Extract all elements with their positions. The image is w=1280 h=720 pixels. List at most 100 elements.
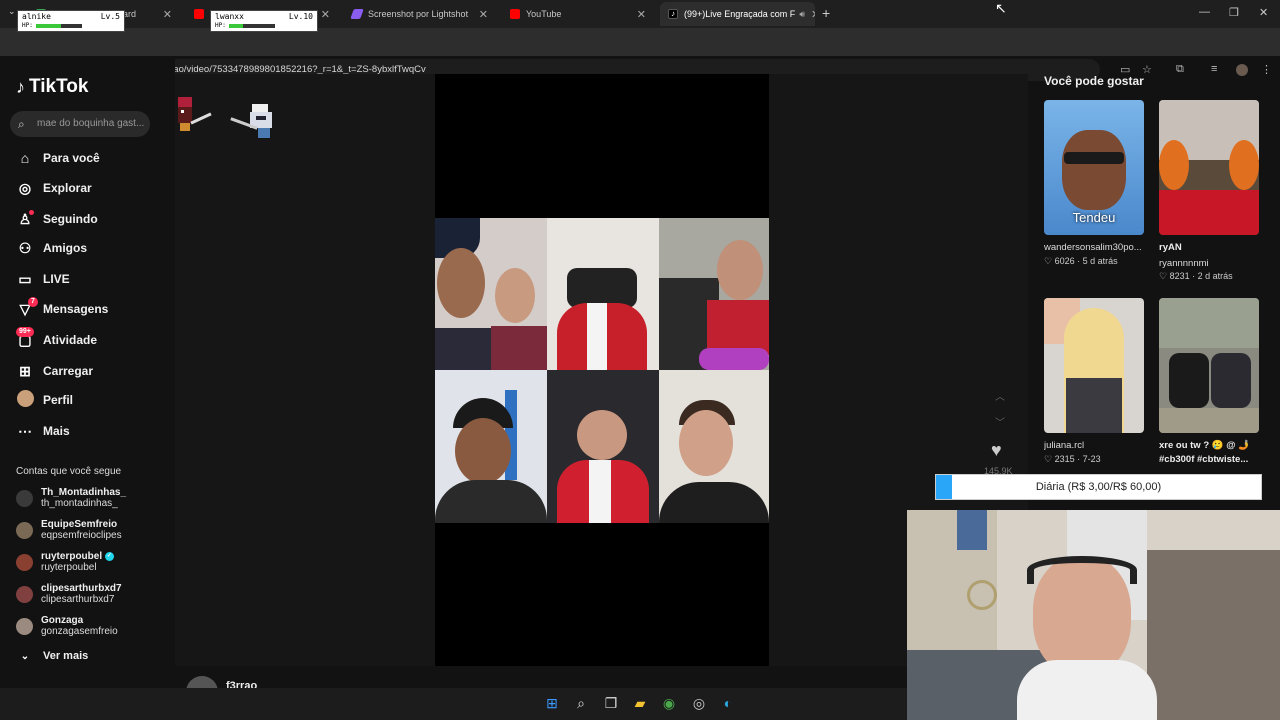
following-header: Contas que você segue xyxy=(16,466,122,477)
suggestion-thumbnail[interactable]: Tendeu xyxy=(1044,100,1144,235)
tiktok-logo[interactable]: ♪ TikTok xyxy=(16,76,88,98)
youtube-favicon-icon xyxy=(510,9,520,19)
nav-item-atividade[interactable]: ▢ Atividade 99+ xyxy=(16,327,97,351)
tab-search-chevron-icon[interactable]: ⌄ xyxy=(8,6,16,17)
avatar xyxy=(16,489,33,507)
windows-start-icon[interactable]: ⊞ xyxy=(543,694,561,712)
hp-bar-fill xyxy=(229,24,243,28)
followed-account[interactable]: ruyterpoubel ✓ ruyterpoubel xyxy=(16,551,114,573)
extensions-icon[interactable]: ⧉ xyxy=(1176,63,1184,76)
guest-cell xyxy=(435,218,547,370)
suggestion-stats: ♡ 6026 · 5 d atrás xyxy=(1044,256,1118,266)
followed-account[interactable]: clipesarthurbxd7 clipesarthurbxd7 xyxy=(16,583,122,605)
tab-close-icon[interactable]: ✕ xyxy=(631,8,646,21)
followed-account[interactable]: Th_Montadinhas_ th_montadinhas_ xyxy=(16,487,126,509)
profile-avatar-icon[interactable] xyxy=(1236,64,1248,76)
previous-video-button[interactable]: ︿ xyxy=(995,388,1005,403)
close-window-button[interactable]: ✕ xyxy=(1259,6,1268,19)
player-hud: alnike Lv.5 HP: xyxy=(17,10,125,32)
obs-icon[interactable]: ◎ xyxy=(690,694,708,712)
nav-item-para-voce[interactable]: ⌂ Para você xyxy=(16,147,100,169)
video-info-bar xyxy=(175,666,1028,688)
browser-tab[interactable]: YouTube ✕ xyxy=(502,2,654,26)
file-explorer-icon[interactable]: ▰ xyxy=(631,694,649,712)
suggestions-title: Você pode gostar xyxy=(1044,74,1144,88)
nav-item-perfil[interactable]: Perfil xyxy=(16,389,73,411)
suggestion-stats: ♡ 2315 · 7-23 xyxy=(1044,454,1101,464)
nav-item-live[interactable]: ▭ LIVE xyxy=(16,268,69,290)
suggestion-stats: ♡ 8231 · 2 d atrás xyxy=(1159,271,1233,281)
avatar xyxy=(16,521,33,539)
lightshot-favicon-icon xyxy=(350,9,364,19)
friends-icon: ⚇ xyxy=(18,239,32,256)
new-tab-button[interactable]: + xyxy=(822,5,830,21)
player-hud: lwanxx Lv.10 HP: xyxy=(210,10,318,32)
new-dot xyxy=(29,210,34,215)
verified-icon: ✓ xyxy=(104,551,114,561)
followed-account[interactable]: EquipeSemfreio eqpsemfreioclipes xyxy=(16,519,122,541)
game-sprite-knight xyxy=(228,100,276,142)
suggestion-thumbnail[interactable] xyxy=(1044,298,1144,433)
tiktok-sidebar: ♪ TikTok ⌕ mae do boquinha gast... ⌂ Par… xyxy=(0,56,175,688)
search-input[interactable]: ⌕ mae do boquinha gast... xyxy=(10,111,150,137)
mouse-cursor-icon: ↖ xyxy=(995,0,1007,16)
messages-badge: 7 xyxy=(28,297,38,307)
like-heart-icon[interactable]: ♥ xyxy=(991,440,1002,461)
guest-cell xyxy=(659,218,769,370)
screen: { "browser": { "tabs": [ {"label": "Dash… xyxy=(0,0,1280,720)
activity-badge: 99+ xyxy=(16,327,34,337)
live-multi-guest-grid[interactable] xyxy=(435,218,769,523)
chrome-icon[interactable]: ◉ xyxy=(660,694,678,712)
upload-icon: ⊞ xyxy=(19,362,31,379)
tiktok-favicon-icon: ♪ xyxy=(668,9,678,19)
heart-outline-icon: ♡ xyxy=(1159,271,1170,281)
windows-taskbar xyxy=(0,688,907,720)
search-icon: ⌕ xyxy=(18,117,25,131)
maximize-button[interactable]: ❐ xyxy=(1229,6,1239,19)
chevron-down-icon: ⌄ xyxy=(20,650,30,662)
tab-close-icon[interactable]: ✕ xyxy=(805,8,815,21)
heart-outline-icon: ♡ xyxy=(1044,256,1055,266)
suggestion-thumbnail[interactable] xyxy=(1159,100,1259,235)
hp-bar xyxy=(36,24,82,28)
browser-menu-icon[interactable]: ⋮ xyxy=(1261,63,1272,76)
hp-bar xyxy=(229,24,275,28)
search-icon[interactable]: ⌕ xyxy=(572,694,590,712)
reading-list-icon[interactable]: ≡ xyxy=(1211,63,1217,75)
donation-goal-bar: Diária (R$ 3,00/R$ 60,00) xyxy=(935,474,1262,500)
home-icon: ⌂ xyxy=(20,150,30,166)
nav-item-explorar[interactable]: ◎ Explorar xyxy=(16,177,92,199)
nav-item-amigos[interactable]: ⚇ Amigos xyxy=(16,237,87,259)
tab-close-icon[interactable]: ✕ xyxy=(473,8,488,21)
minimize-button[interactable]: — xyxy=(1199,6,1210,18)
avatar xyxy=(16,553,33,571)
youtube-favicon-icon xyxy=(194,9,204,19)
avatar xyxy=(16,585,33,603)
heart-outline-icon: ♡ xyxy=(1044,454,1055,464)
next-video-button[interactable]: ﹀ xyxy=(995,414,1005,429)
suggestion-thumbnail[interactable] xyxy=(1159,298,1259,433)
followed-account[interactable]: Gonzaga gonzagasemfreio xyxy=(16,615,118,637)
guest-cell xyxy=(547,218,659,370)
guest-cell xyxy=(547,370,659,523)
tab-close-icon[interactable]: ✕ xyxy=(157,8,172,21)
browser-tab-active[interactable]: ♪ (99+)Live Engraçada com F 🔊︎ ✕ xyxy=(660,2,815,26)
browser-tab[interactable]: Screenshot por Lightshot ✕ xyxy=(344,2,496,26)
guest-cell xyxy=(659,370,769,523)
nav-item-mensagens[interactable]: ▽ Mensagens 7 xyxy=(16,297,108,320)
nav-item-carregar[interactable]: ⊞ Carregar xyxy=(16,360,93,382)
compass-icon: ◎ xyxy=(18,179,32,196)
nav-item-seguindo[interactable]: ♙ Seguindo xyxy=(16,208,98,230)
see-more-button[interactable]: ⌄ Ver mais xyxy=(16,645,88,667)
task-view-icon[interactable]: ❐ xyxy=(602,694,620,712)
browser-tab-bar: Dashboard ✕ ✕ Screenshot por Lightshot ✕… xyxy=(0,0,1280,28)
nav-item-mais[interactable]: ⋯ Mais xyxy=(16,420,70,442)
game-sprite-ninja xyxy=(172,95,212,137)
edge-icon[interactable]: ◐ xyxy=(719,694,737,712)
guest-cell xyxy=(435,370,547,523)
more-icon: ⋯ xyxy=(18,422,32,439)
address-toolbar: ← → ↻ ⚙ tiktok.com/@f3rrao/video/7533478… xyxy=(0,28,1280,81)
live-icon: ▭ xyxy=(18,270,32,287)
hp-bar-fill xyxy=(36,24,62,28)
profile-avatar xyxy=(16,390,34,410)
